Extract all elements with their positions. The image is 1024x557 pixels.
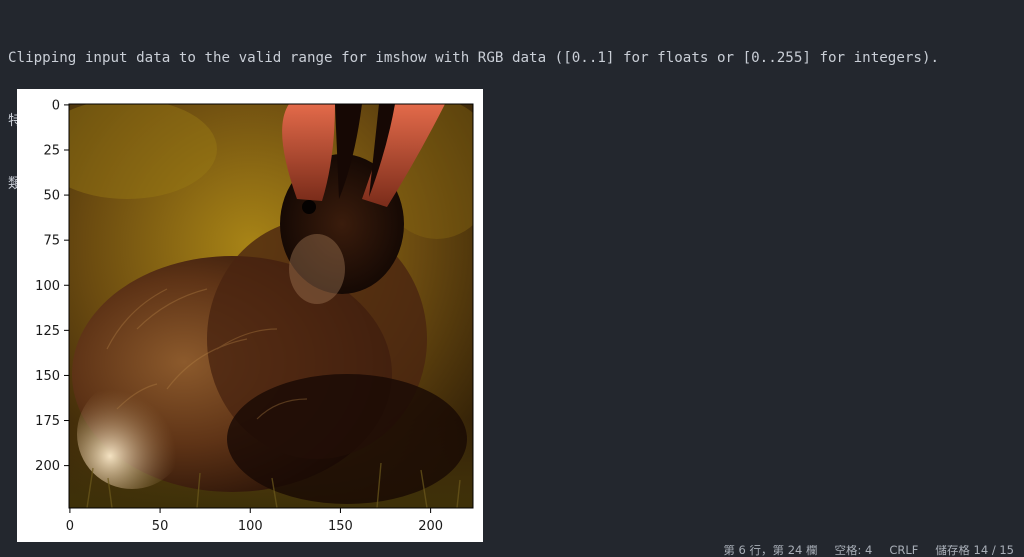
cursor-position[interactable]: 第 6 行，第 24 欄 (723, 545, 817, 557)
x-tick-label: 200 (418, 519, 443, 534)
cell-indicator[interactable]: 儲存格 14 / 15 (935, 545, 1014, 557)
y-tick-label: 200 (35, 459, 60, 474)
y-axis: 0 25 50 75 100 125 150 175 200 (35, 98, 69, 474)
x-axis: 0 50 100 150 200 (66, 508, 443, 534)
imshow-plot: 0 25 50 75 100 125 150 175 200 0 50 100 150 200 (17, 89, 483, 542)
y-tick-label: 0 (52, 98, 60, 113)
warning-line: Clipping input data to the valid range f… (8, 50, 940, 66)
x-tick-label: 100 (238, 519, 263, 534)
x-tick-label: 0 (66, 519, 74, 534)
status-bar: 第 6 行，第 24 欄 空格: 4 CRLF 儲存格 14 / 15 (0, 545, 1024, 557)
y-tick-label: 125 (35, 324, 60, 339)
y-tick-label: 175 (35, 414, 60, 429)
plot-canvas: 0 25 50 75 100 125 150 175 200 0 50 100 150 200 (35, 98, 474, 534)
rabbit-image (69, 104, 473, 508)
y-tick-label: 100 (35, 279, 60, 294)
y-tick-label: 25 (43, 143, 60, 158)
y-tick-label: 150 (35, 369, 60, 384)
x-tick-label: 150 (328, 519, 353, 534)
y-tick-label: 75 (43, 234, 60, 249)
x-tick-label: 50 (152, 519, 169, 534)
line-ending[interactable]: CRLF (889, 545, 918, 557)
indentation-setting[interactable]: 空格: 4 (834, 545, 872, 557)
y-tick-label: 50 (43, 189, 60, 204)
